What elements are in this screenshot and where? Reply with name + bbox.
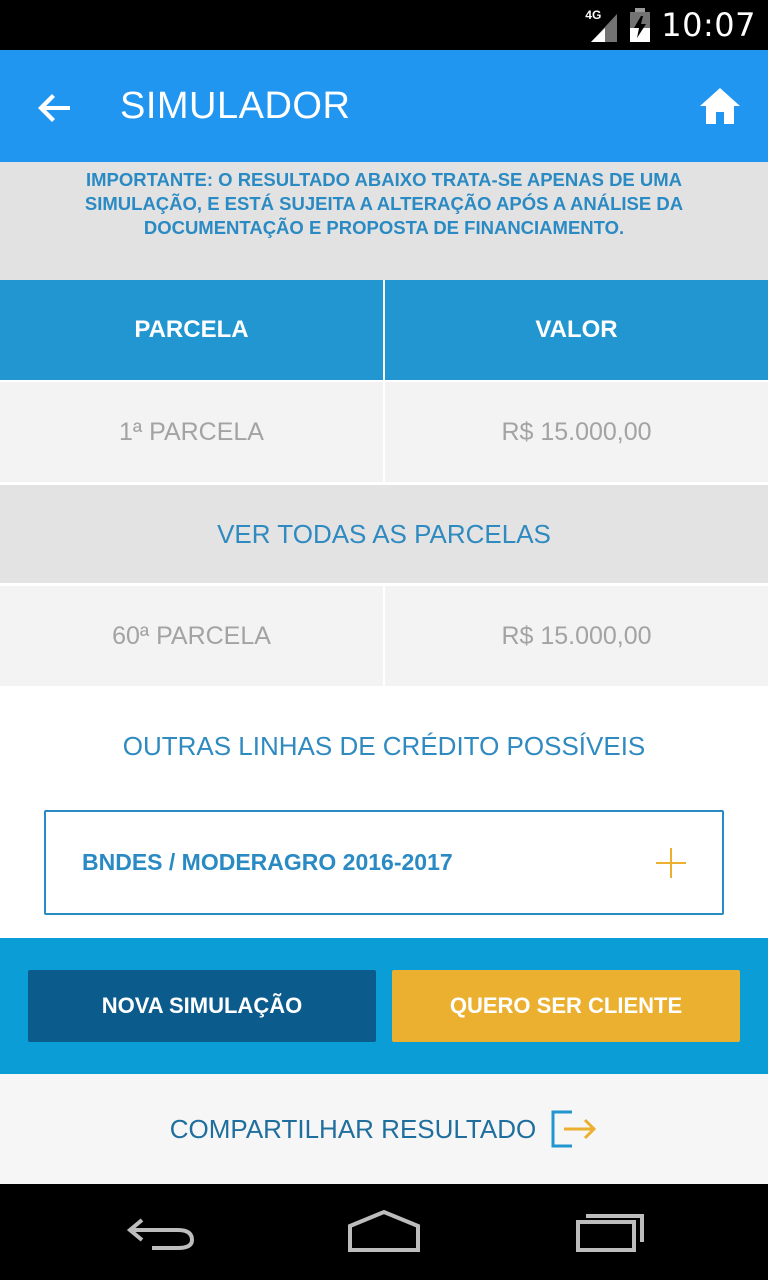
share-export-icon bbox=[551, 1110, 597, 1148]
installments-table-header: PARCELA VALOR bbox=[0, 280, 768, 380]
see-all-installments-button[interactable]: VER TODAS AS PARCELAS bbox=[0, 485, 768, 583]
disclaimer-text: IMPORTANTE: O RESULTADO ABAIXO TRATA-SE … bbox=[84, 169, 684, 238]
other-credit-lines-title: OUTRAS LINHAS DE CRÉDITO POSSÍVEIS bbox=[122, 731, 646, 761]
arrow-left-icon[interactable] bbox=[30, 84, 78, 132]
recent-apps-nav-icon[interactable] bbox=[572, 1206, 648, 1258]
share-result-label: COMPARTILHAR RESULTADO bbox=[169, 1113, 537, 1144]
installment-label: 1ª PARCELA bbox=[0, 382, 383, 482]
column-header-valor: VALOR bbox=[385, 280, 768, 380]
system-navigation-bar bbox=[0, 1184, 768, 1280]
credit-line-item[interactable]: BNDES / MODERAGRO 2016-2017 bbox=[44, 810, 724, 915]
home-nav-icon[interactable] bbox=[344, 1206, 424, 1258]
app-bar: SIMULADOR bbox=[0, 50, 768, 162]
share-result-button[interactable]: COMPARTILHAR RESULTADO bbox=[0, 1074, 768, 1184]
installment-value: R$ 15.000,00 bbox=[385, 586, 768, 686]
page-title: SIMULADOR bbox=[120, 85, 351, 127]
plus-icon[interactable] bbox=[656, 848, 686, 878]
table-row: 60ª PARCELA R$ 15.000,00 bbox=[0, 586, 768, 686]
disclaimer-banner: IMPORTANTE: O RESULTADO ABAIXO TRATA-SE … bbox=[0, 162, 768, 280]
become-client-button[interactable]: QUERO SER CLIENTE bbox=[392, 970, 740, 1042]
home-icon[interactable] bbox=[698, 86, 742, 126]
credit-line-label: BNDES / MODERAGRO 2016-2017 bbox=[82, 849, 453, 875]
column-header-parcela: PARCELA bbox=[0, 280, 383, 380]
battery-charging-icon bbox=[630, 8, 651, 42]
clock: 10:07 bbox=[661, 6, 756, 44]
installment-label: 60ª PARCELA bbox=[0, 586, 383, 686]
back-nav-icon[interactable] bbox=[122, 1206, 198, 1258]
status-icons: 4G 10:07 bbox=[585, 0, 756, 50]
table-row: 1ª PARCELA R$ 15.000,00 bbox=[0, 382, 768, 482]
action-bar: NOVA SIMULAÇÃO QUERO SER CLIENTE bbox=[0, 938, 768, 1074]
installment-value: R$ 15.000,00 bbox=[385, 382, 768, 482]
status-bar: 4G 10:07 bbox=[0, 0, 768, 50]
network-signal-icon: 4G bbox=[585, 8, 619, 42]
new-simulation-button[interactable]: NOVA SIMULAÇÃO bbox=[28, 970, 376, 1042]
network-type: 4G bbox=[585, 8, 602, 22]
